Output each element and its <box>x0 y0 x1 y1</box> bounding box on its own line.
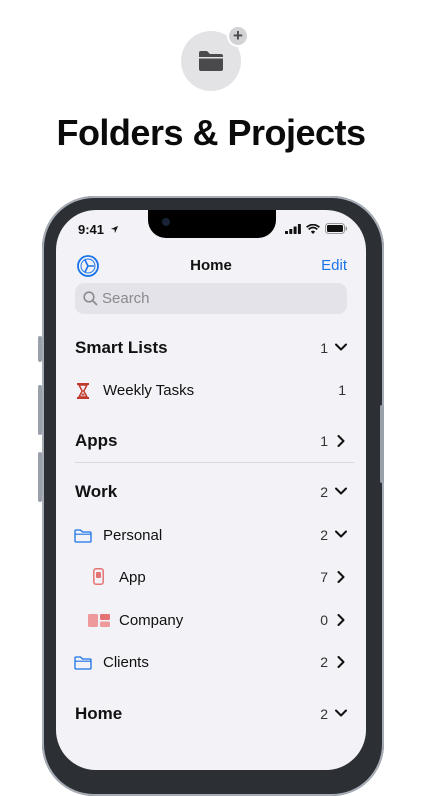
section-count: 1 <box>320 433 328 449</box>
section-title: Work <box>75 482 118 501</box>
section-apps[interactable]: Apps 1 <box>56 427 366 457</box>
list-item-app[interactable]: App 7 <box>56 563 366 593</box>
section-title: Apps <box>75 431 118 450</box>
list-item-clients[interactable]: Clients 2 <box>56 648 366 678</box>
section-count: 2 <box>320 484 328 500</box>
divider <box>75 462 354 463</box>
chevron-down-icon[interactable] <box>335 709 347 717</box>
list-item-personal[interactable]: Personal 2 <box>56 521 366 551</box>
app-screen: 9:41 Home Edit Search Smart Lists 1 Week… <box>56 210 366 770</box>
item-label: Company <box>119 612 184 629</box>
section-count: 2 <box>320 706 328 722</box>
chevron-down-icon[interactable] <box>335 487 347 495</box>
volume-down-button <box>38 452 42 502</box>
chevron-down-icon[interactable] <box>335 530 347 538</box>
item-count: 2 <box>320 527 328 543</box>
navigation-bar: Home Edit <box>56 254 366 284</box>
folder-icon <box>199 51 223 71</box>
hourglass-icon <box>77 383 89 399</box>
search-placeholder: Search <box>102 290 150 307</box>
camera <box>162 218 170 226</box>
chevron-right-icon[interactable] <box>337 571 345 583</box>
section-title: Home <box>75 704 123 723</box>
section-home[interactable]: Home 2 <box>56 700 366 730</box>
cellular-signal-icon <box>285 223 301 234</box>
search-input[interactable]: Search <box>75 283 347 314</box>
mute-switch <box>38 336 42 362</box>
edit-button[interactable]: Edit <box>321 257 347 274</box>
chevron-right-icon[interactable] <box>337 614 345 626</box>
battery-icon <box>325 223 348 234</box>
item-count: 0 <box>320 612 328 628</box>
wifi-icon <box>306 223 320 234</box>
promo-headline: Folders & Projects <box>56 112 366 153</box>
volume-up-button <box>38 385 42 435</box>
item-count: 7 <box>320 569 328 585</box>
section-smart-lists[interactable]: Smart Lists 1 <box>56 334 366 364</box>
item-label: Clients <box>103 654 149 671</box>
chevron-right-icon[interactable] <box>337 656 345 668</box>
folder-icon <box>74 529 92 543</box>
board-icon <box>88 614 110 627</box>
item-count: 2 <box>320 654 328 670</box>
phone-icon <box>93 568 104 585</box>
item-label: App <box>119 569 146 586</box>
side-button <box>380 405 384 483</box>
list-item-weekly-tasks[interactable]: Weekly Tasks 1 <box>56 376 366 406</box>
page-title: Home <box>190 257 232 274</box>
location-arrow-icon <box>110 225 118 234</box>
section-title: Smart Lists <box>75 338 168 357</box>
search-icon <box>83 291 98 306</box>
status-time: 9:41 <box>78 222 119 237</box>
chevron-down-icon[interactable] <box>335 343 347 351</box>
list-item-company[interactable]: Company 0 <box>56 606 366 636</box>
section-count: 1 <box>320 340 328 356</box>
item-label: Personal <box>103 527 163 544</box>
folder-icon <box>74 656 92 670</box>
plus-icon: + <box>227 25 249 47</box>
section-work[interactable]: Work 2 <box>56 478 366 508</box>
item-count: 1 <box>338 382 346 398</box>
status-icons <box>285 223 348 234</box>
item-label: Weekly Tasks <box>103 382 195 399</box>
notch <box>148 210 276 238</box>
chevron-right-icon[interactable] <box>337 435 345 447</box>
